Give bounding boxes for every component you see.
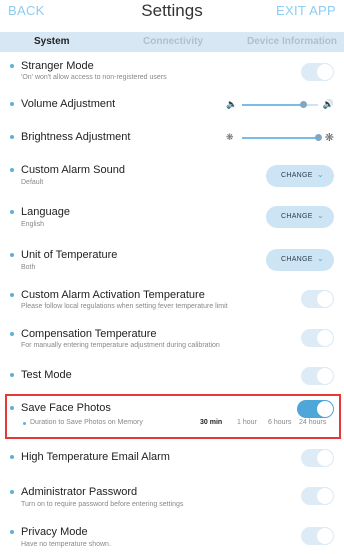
setting-high-temperature-email-alarm: High Temperature Email Alarm bbox=[0, 449, 344, 469]
setting-value: English bbox=[21, 221, 44, 228]
bullet bbox=[10, 490, 14, 494]
bullet bbox=[10, 135, 14, 139]
toggle-knob bbox=[317, 291, 333, 307]
setting-label: Test Mode bbox=[21, 369, 72, 381]
duration-label: Duration to Save Photos on Memory bbox=[30, 419, 143, 426]
setting-description: Please follow local regulations when set… bbox=[21, 303, 228, 310]
slider-thumb[interactable] bbox=[299, 101, 307, 108]
bullet bbox=[10, 253, 14, 257]
privacy-mode-toggle[interactable] bbox=[301, 527, 334, 545]
change-language-button[interactable]: CHANGE ⌄ bbox=[266, 206, 334, 228]
setting-label: Language bbox=[21, 206, 70, 218]
top-bar: BACK Settings EXIT APP bbox=[0, 0, 344, 26]
setting-label: Unit of Temperature bbox=[21, 249, 118, 261]
stranger-mode-toggle[interactable] bbox=[301, 63, 334, 81]
high-temperature-email-toggle[interactable] bbox=[301, 449, 334, 467]
change-alarm-sound-button[interactable]: CHANGE ⌄ bbox=[266, 165, 334, 187]
chevron-down-icon: ⌄ bbox=[316, 170, 324, 179]
setting-label: Brightness Adjustment bbox=[21, 131, 131, 143]
bullet bbox=[10, 293, 14, 297]
button-label: CHANGE bbox=[281, 213, 313, 220]
slider-fill bbox=[242, 104, 303, 106]
tab-system[interactable]: System bbox=[34, 36, 70, 47]
brightness-slider[interactable]: ❋ ❋ bbox=[226, 132, 334, 144]
speaker-low-icon: 🔈 bbox=[226, 99, 238, 109]
duration-option-1-hour[interactable]: 1 hour bbox=[237, 419, 257, 426]
setting-privacy-mode: Privacy Mode Have no temperature shown. bbox=[0, 524, 344, 552]
setting-compensation-temperature: Compensation Temperature For manually en… bbox=[0, 326, 344, 356]
setting-save-face-photos: Save Face Photos Duration to Save Photos… bbox=[0, 400, 344, 436]
setting-label: Administrator Password bbox=[21, 486, 138, 498]
compensation-temperature-toggle[interactable] bbox=[301, 329, 334, 347]
slider-fill bbox=[242, 137, 318, 139]
setting-administrator-password: Administrator Password Turn on to requir… bbox=[0, 484, 344, 514]
setting-label: High Temperature Email Alarm bbox=[21, 451, 170, 463]
bullet bbox=[10, 406, 14, 410]
custom-alarm-temperature-toggle[interactable] bbox=[301, 290, 334, 308]
slider-track bbox=[242, 101, 318, 108]
button-label: CHANGE bbox=[281, 172, 313, 179]
setting-custom-alarm-activation-temperature: Custom Alarm Activation Temperature Plea… bbox=[0, 287, 344, 317]
speaker-high-icon: 🔊 bbox=[322, 99, 334, 109]
bullet bbox=[10, 64, 14, 68]
setting-label: Custom Alarm Activation Temperature bbox=[21, 289, 205, 301]
setting-stranger-mode: Stranger Mode 'On' won't allow access to… bbox=[0, 58, 344, 88]
bullet bbox=[10, 373, 14, 377]
setting-description: 'On' won't allow access to non-registere… bbox=[21, 74, 167, 81]
setting-description: For manually entering temperature adjust… bbox=[21, 342, 220, 349]
setting-unit-of-temperature: Unit of Temperature Both CHANGE ⌄ bbox=[0, 247, 344, 277]
setting-label: Custom Alarm Sound bbox=[21, 164, 125, 176]
duration-option-6-hours[interactable]: 6 hours bbox=[268, 419, 291, 426]
setting-description: Have no temperature shown. bbox=[21, 541, 111, 548]
toggle-knob bbox=[317, 488, 333, 504]
setting-language: Language English CHANGE ⌄ bbox=[0, 204, 344, 234]
change-unit-button[interactable]: CHANGE ⌄ bbox=[266, 249, 334, 271]
save-face-photos-toggle[interactable] bbox=[297, 400, 334, 418]
setting-label: Volume Adjustment bbox=[21, 98, 116, 110]
setting-value: Both bbox=[21, 264, 36, 271]
setting-value: Default bbox=[21, 179, 44, 186]
tab-device-information[interactable]: Device Information bbox=[247, 36, 337, 47]
bullet bbox=[10, 210, 14, 214]
sun-high-icon: ❋ bbox=[324, 132, 334, 144]
chevron-down-icon: ⌄ bbox=[316, 254, 324, 263]
bullet bbox=[10, 530, 14, 534]
slider-thumb[interactable] bbox=[315, 134, 322, 141]
tab-bar: System Connectivity Device Information bbox=[0, 32, 344, 52]
setting-volume: Volume Adjustment 🔈 🔊 bbox=[0, 97, 344, 113]
test-mode-toggle[interactable] bbox=[301, 367, 334, 385]
toggle-knob bbox=[317, 64, 333, 80]
slider-track bbox=[242, 134, 322, 141]
setting-label: Save Face Photos bbox=[21, 402, 111, 414]
setting-brightness: Brightness Adjustment ❋ ❋ bbox=[0, 130, 344, 146]
setting-label: Privacy Mode bbox=[21, 526, 88, 538]
duration-option-24-hours[interactable]: 24 hours bbox=[299, 419, 326, 426]
bullet bbox=[10, 332, 14, 336]
setting-label: Stranger Mode bbox=[21, 60, 94, 72]
button-label: CHANGE bbox=[281, 256, 313, 263]
setting-description: Turn on to require password before enter… bbox=[21, 501, 184, 508]
sun-low-icon: ❋ bbox=[226, 132, 234, 142]
bullet bbox=[23, 422, 26, 425]
setting-custom-alarm-sound: Custom Alarm Sound Default CHANGE ⌄ bbox=[0, 162, 344, 192]
tab-connectivity[interactable]: Connectivity bbox=[143, 36, 203, 47]
exit-app-button[interactable]: EXIT APP bbox=[276, 3, 336, 18]
setting-label: Compensation Temperature bbox=[21, 328, 157, 340]
toggle-knob bbox=[317, 368, 333, 384]
volume-slider[interactable]: 🔈 🔊 bbox=[226, 99, 334, 111]
toggle-knob bbox=[317, 401, 333, 417]
toggle-knob bbox=[317, 330, 333, 346]
administrator-password-toggle[interactable] bbox=[301, 487, 334, 505]
setting-test-mode: Test Mode bbox=[0, 367, 344, 387]
toggle-knob bbox=[317, 450, 333, 466]
duration-option-30-min[interactable]: 30 min bbox=[200, 419, 222, 426]
bullet bbox=[10, 168, 14, 172]
bullet bbox=[10, 102, 14, 106]
chevron-down-icon: ⌄ bbox=[316, 211, 324, 220]
toggle-knob bbox=[317, 528, 333, 544]
bullet bbox=[10, 455, 14, 459]
